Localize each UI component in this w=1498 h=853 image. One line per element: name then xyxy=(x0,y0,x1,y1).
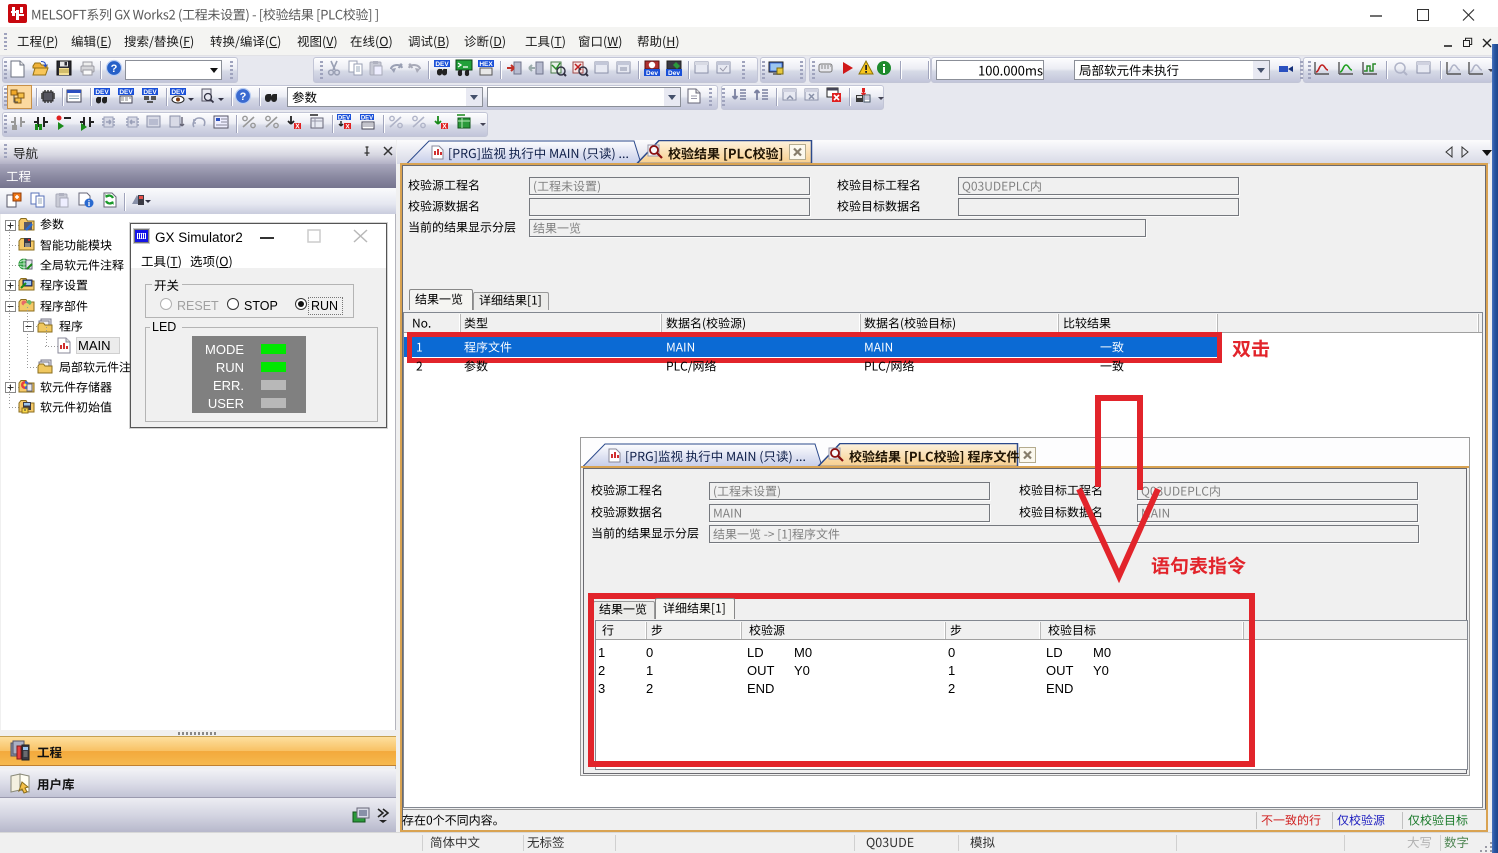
svg-text:X: X xyxy=(295,124,300,131)
svg-text:DEV: DEV xyxy=(361,116,373,122)
svg-text:HEX: HEX xyxy=(479,61,493,68)
svg-text:?: ? xyxy=(240,91,247,103)
svg-text:DEV: DEV xyxy=(95,89,109,96)
svg-text:DEV: DEV xyxy=(435,61,449,68)
svg-text:DEV: DEV xyxy=(143,89,157,96)
svg-text:X: X xyxy=(345,124,350,131)
svg-text:DEV: DEV xyxy=(171,89,185,96)
svg-text:?: ? xyxy=(111,63,118,75)
svg-text:DEV: DEV xyxy=(119,89,133,96)
svg-text:DEV: DEV xyxy=(338,116,350,122)
svg-text:Dev: Dev xyxy=(668,70,680,77)
svg-text:Dev: Dev xyxy=(646,70,658,77)
svg-text:X: X xyxy=(442,124,447,131)
